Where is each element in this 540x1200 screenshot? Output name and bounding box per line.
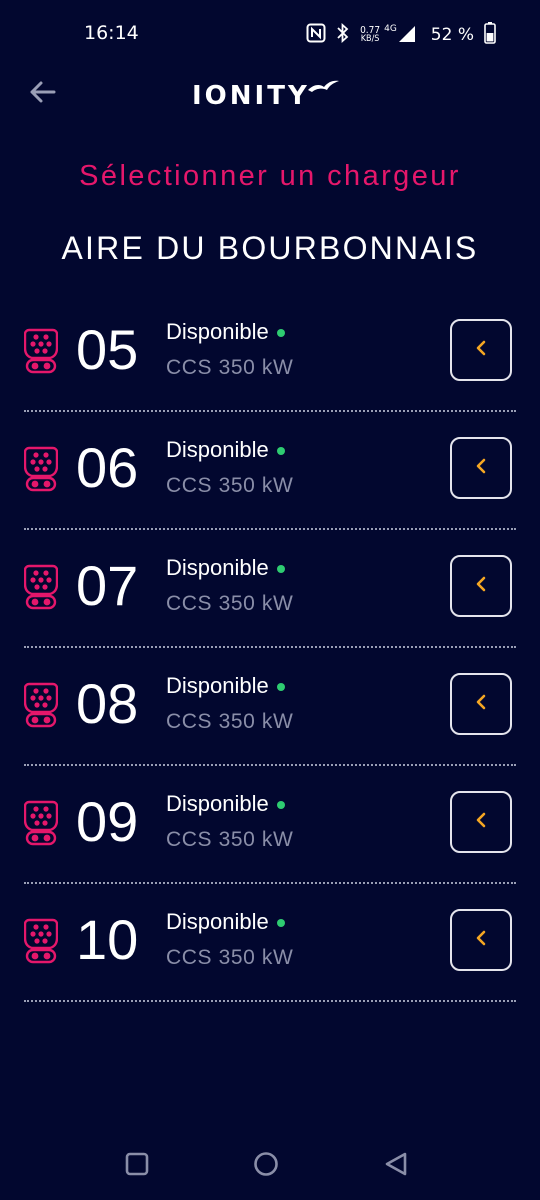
available-dot-icon (276, 565, 285, 573)
select-charger-button[interactable] (450, 791, 512, 853)
charger-number: 10 (76, 908, 139, 971)
station-name: AIRE DU BOURBONNAIS (61, 230, 479, 266)
select-charger-button[interactable] (450, 555, 512, 617)
charger-type: CCS 350 kW (166, 356, 294, 379)
ionity-logo: IONITY (192, 78, 352, 114)
charger-status-line: Disponible (166, 437, 285, 463)
back-button[interactable] (26, 78, 58, 110)
bird-logo-icon (306, 78, 340, 104)
chevron-left-icon (474, 574, 488, 598)
recents-square-icon (125, 1152, 149, 1180)
charger-number: 06 (76, 436, 139, 499)
select-charger-button[interactable] (450, 319, 512, 381)
ccs-plug-icon (23, 328, 59, 374)
charger-row[interactable]: 10 Disponible CCS 350 kW (23, 884, 516, 1002)
available-dot-icon (276, 329, 285, 337)
status-bar: 16:14 0.77 KB/S 4G 52 % (0, 0, 540, 70)
status-time: 16:14 (84, 22, 139, 44)
charger-status-line: Disponible (166, 555, 285, 581)
chevron-left-icon (474, 928, 488, 952)
charger-status-line: Disponible (166, 319, 285, 345)
battery-percentage: 52 % (430, 25, 474, 45)
charger-status-line: Disponible (166, 673, 285, 699)
arrow-left-icon (28, 80, 56, 108)
chevron-left-icon (474, 810, 488, 834)
charger-status: Disponible (166, 909, 269, 934)
available-dot-icon (276, 801, 285, 809)
select-charger-button[interactable] (450, 437, 512, 499)
available-dot-icon (276, 683, 285, 691)
charger-status-line: Disponible (166, 791, 285, 817)
available-dot-icon (276, 919, 285, 927)
battery-icon (484, 22, 496, 48)
signal-icon (397, 23, 417, 47)
charger-number: 07 (76, 554, 139, 617)
select-charger-button[interactable] (450, 673, 512, 735)
bluetooth-icon (336, 22, 350, 47)
charger-number: 08 (76, 672, 139, 735)
status-icons: 0.77 KB/S 4G 52 % (296, 20, 496, 50)
page-title: Sélectionner un chargeur (79, 160, 461, 192)
charger-type: CCS 350 kW (166, 946, 294, 969)
charger-number: 05 (76, 318, 139, 381)
ccs-plug-icon (23, 564, 59, 610)
select-charger-button[interactable] (450, 909, 512, 971)
charger-type: CCS 350 kW (166, 710, 294, 733)
charger-status: Disponible (166, 555, 269, 580)
system-nav-bar (0, 1130, 540, 1200)
back-triangle-icon (383, 1151, 409, 1181)
charger-status-line: Disponible (166, 909, 285, 935)
charger-type: CCS 350 kW (166, 592, 294, 615)
charger-type: CCS 350 kW (166, 474, 294, 497)
charger-status: Disponible (166, 437, 269, 462)
network-speed-unit: KB/S (360, 34, 380, 44)
available-dot-icon (276, 447, 285, 455)
system-back-button[interactable] (380, 1150, 412, 1182)
charger-number: 09 (76, 790, 139, 853)
charger-row[interactable]: 06 Disponible CCS 350 kW (23, 412, 516, 530)
nfc-icon (306, 23, 326, 47)
chevron-left-icon (474, 692, 488, 716)
charger-row[interactable]: 08 Disponible CCS 350 kW (23, 648, 516, 766)
chevron-left-icon (474, 338, 488, 362)
recents-button[interactable] (121, 1150, 153, 1182)
charger-status: Disponible (166, 319, 269, 344)
charger-list: 05 Disponible CCS 350 kW 06 Disponible C… (23, 294, 516, 1002)
charger-status: Disponible (166, 791, 269, 816)
home-button[interactable] (250, 1150, 282, 1182)
ccs-plug-icon (23, 918, 59, 964)
logo-text: IONITY (192, 81, 310, 111)
network-type: 4G (384, 24, 397, 34)
charger-row[interactable]: 05 Disponible CCS 350 kW (23, 294, 516, 412)
home-circle-icon (253, 1151, 279, 1181)
ccs-plug-icon (23, 800, 59, 846)
charger-row[interactable]: 09 Disponible CCS 350 kW (23, 766, 516, 884)
ccs-plug-icon (23, 446, 59, 492)
charger-status: Disponible (166, 673, 269, 698)
network-speed: 0.77 KB/S (360, 26, 380, 44)
chevron-left-icon (474, 456, 488, 480)
ccs-plug-icon (23, 682, 59, 728)
charger-type: CCS 350 kW (166, 828, 294, 851)
charger-row[interactable]: 07 Disponible CCS 350 kW (23, 530, 516, 648)
